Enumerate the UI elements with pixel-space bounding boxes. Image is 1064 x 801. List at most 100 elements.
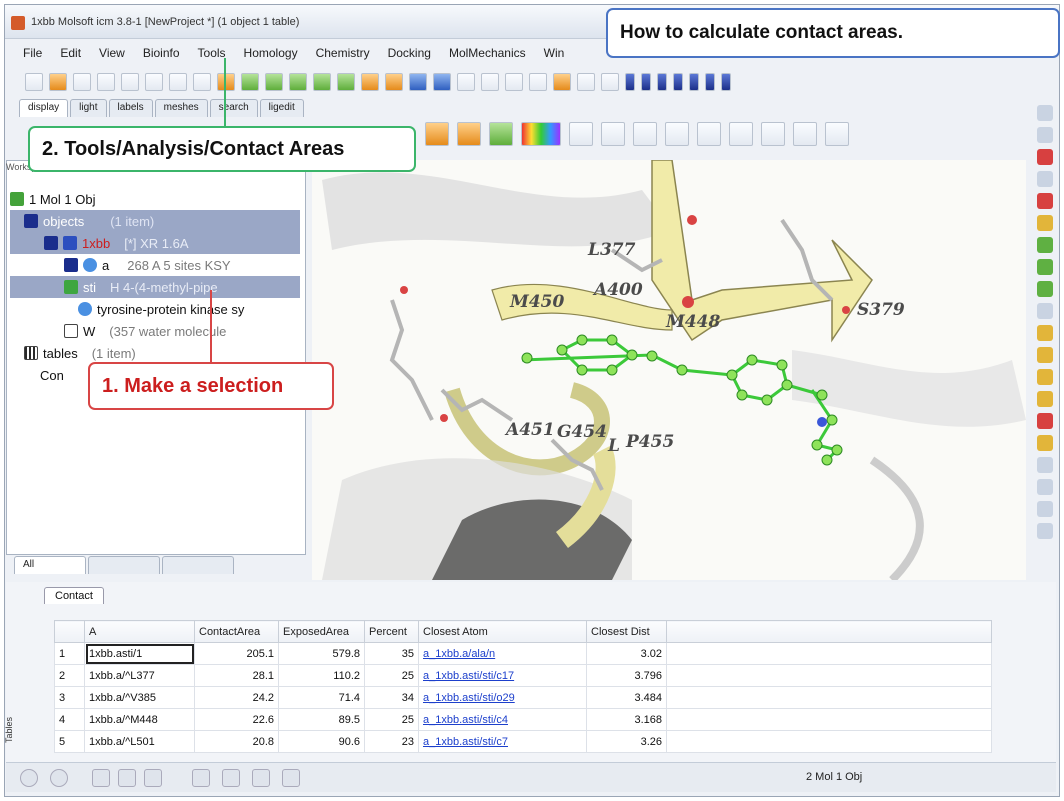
reset-view-icon[interactable] xyxy=(825,122,849,146)
bar-7-icon[interactable] xyxy=(721,73,731,91)
cell-closest-atom-link[interactable]: a_1xbb.asti/sti/c17 xyxy=(418,664,587,687)
molecule-viewer[interactable]: L377 M450 A400 M448 S379 A451 G454 P455 … xyxy=(312,160,1026,580)
cell-closest-dist[interactable]: 3.02 xyxy=(586,642,667,665)
col-closest-atom[interactable]: Closest Atom xyxy=(418,620,587,643)
menu-file[interactable]: File xyxy=(23,46,42,60)
menu-edit[interactable]: Edit xyxy=(60,46,81,60)
tree-water[interactable]: W (357 water molecule xyxy=(10,320,300,342)
record-icon[interactable] xyxy=(50,769,68,787)
table-icon[interactable] xyxy=(481,73,499,91)
heart-icon[interactable] xyxy=(1037,413,1053,429)
col-percent[interactable]: Percent xyxy=(364,620,419,643)
cell-exposed-area[interactable]: 71.4 xyxy=(278,686,365,709)
bar-1-icon[interactable] xyxy=(625,73,635,91)
lock-icon[interactable] xyxy=(1037,435,1053,451)
table-row[interactable]: 4 1xbb.a/^M448 22.6 89.5 25 a_1xbb.asti/… xyxy=(54,708,992,731)
tree-chain-sti[interactable]: sti H 4-(4-methyl-pipe xyxy=(10,276,300,298)
bar-yellow-3-icon[interactable] xyxy=(1037,369,1053,385)
cell-closest-atom-link[interactable]: a_1xbb.asti/sti/c7 xyxy=(418,730,587,753)
dots-icon[interactable] xyxy=(577,73,595,91)
open-folder-icon[interactable] xyxy=(49,73,67,91)
star-icon[interactable] xyxy=(1037,501,1053,517)
tables-side-label[interactable]: Tables xyxy=(4,700,20,760)
cell-a[interactable]: 1xbb.a/^M448 xyxy=(84,708,195,731)
gear-icon[interactable] xyxy=(1037,105,1053,121)
menu-tools[interactable]: Tools xyxy=(198,46,226,60)
sort-icon[interactable] xyxy=(1037,479,1053,495)
bar-yellow-4-icon[interactable] xyxy=(1037,391,1053,407)
cell-contact-area[interactable]: 24.2 xyxy=(194,686,279,709)
select-group-icon[interactable] xyxy=(361,73,379,91)
cell-closest-dist[interactable]: 3.168 xyxy=(586,708,667,731)
ribbon-color-icon[interactable] xyxy=(457,122,481,146)
tab-light[interactable]: light xyxy=(70,99,107,117)
tools-icon[interactable] xyxy=(601,73,619,91)
menu-chemistry[interactable]: Chemistry xyxy=(316,46,370,60)
table-row[interactable]: 3 1xbb.a/^V385 24.2 71.4 34 a_1xbb.asti/… xyxy=(54,686,992,709)
select-neighbors-icon[interactable] xyxy=(313,73,331,91)
bar-6-icon[interactable] xyxy=(705,73,715,91)
tab-contact[interactable]: Contact xyxy=(44,587,104,604)
menu-docking[interactable]: Docking xyxy=(388,46,431,60)
window-icon[interactable] xyxy=(505,73,523,91)
color-wheel-icon[interactable] xyxy=(569,122,593,146)
tree-tables[interactable]: tables (1 item) xyxy=(10,342,300,364)
tab-ligedit[interactable]: ligedit xyxy=(259,99,304,117)
cell-percent[interactable]: 34 xyxy=(364,686,419,709)
panel-toggle-icon[interactable] xyxy=(118,769,136,787)
measure-icon[interactable] xyxy=(633,122,657,146)
tree-kinase[interactable]: tyrosine-protein kinase sy xyxy=(10,298,300,320)
cell-exposed-area[interactable]: 110.2 xyxy=(278,664,365,687)
bar-5-icon[interactable] xyxy=(689,73,699,91)
select-chain-icon[interactable] xyxy=(337,73,355,91)
cell-exposed-area[interactable]: 89.5 xyxy=(278,708,365,731)
stop-icon[interactable] xyxy=(20,769,38,787)
cell-closest-atom-link[interactable]: a_1xbb.asti/sti/o29 xyxy=(418,686,587,709)
select-r-icon[interactable] xyxy=(289,73,307,91)
col-contact-area[interactable]: ContactArea xyxy=(194,620,279,643)
menu-homology[interactable]: Homology xyxy=(244,46,298,60)
table-toggle-icon[interactable] xyxy=(144,769,162,787)
translate-icon[interactable] xyxy=(1037,193,1053,209)
center-icon[interactable] xyxy=(1037,215,1053,231)
tab-search[interactable]: search xyxy=(209,99,258,117)
new-file-icon[interactable] xyxy=(25,73,43,91)
tree-chain-a[interactable]: a 268 A 5 sites KSY xyxy=(10,254,300,276)
table-row[interactable]: 2 1xbb.a/^L377 28.1 110.2 25 a_1xbb.asti… xyxy=(54,664,992,687)
color-palette-icon[interactable] xyxy=(521,122,561,146)
cell-exposed-area[interactable]: 90.6 xyxy=(278,730,365,753)
col-exposed-area[interactable]: ExposedArea xyxy=(278,620,365,643)
bar-yellow-1-icon[interactable] xyxy=(1037,325,1053,341)
table-row[interactable]: 1 1xbb.asti/1 205.1 579.8 35 a_1xbb.a/al… xyxy=(54,642,992,665)
cell-closest-atom-link[interactable]: a_1xbb.asti/sti/c4 xyxy=(418,708,587,731)
torsion-icon[interactable] xyxy=(697,122,721,146)
tab-display[interactable]: display xyxy=(19,99,69,117)
gear-status-icon[interactable] xyxy=(192,769,210,787)
cell-a[interactable]: 1xbb.a/^V385 xyxy=(84,686,195,709)
tree-root[interactable]: 1 Mol 1 Obj xyxy=(10,188,300,210)
cell-percent[interactable]: 35 xyxy=(364,642,419,665)
molecule-icon[interactable] xyxy=(217,73,235,91)
cell-a[interactable]: 1xbb.asti/1 xyxy=(84,642,195,665)
green-ring-icon[interactable] xyxy=(1037,259,1053,275)
green-box-icon[interactable] xyxy=(1037,237,1053,253)
tab-meshes[interactable]: meshes xyxy=(154,99,208,117)
cell-closest-dist[interactable]: 3.484 xyxy=(586,686,667,709)
cell-closest-dist[interactable]: 3.26 xyxy=(586,730,667,753)
tab-tools[interactable] xyxy=(88,556,160,574)
angle-icon[interactable] xyxy=(665,122,689,146)
col-index[interactable] xyxy=(54,620,85,643)
camera-icon[interactable] xyxy=(222,769,240,787)
zoom-icon[interactable] xyxy=(1037,171,1053,187)
atom-color-icon[interactable] xyxy=(425,122,449,146)
table-row[interactable]: 5 1xbb.a/^L501 20.8 90.6 23 a_1xbb.asti/… xyxy=(54,730,992,753)
tab-all[interactable]: All xyxy=(14,556,86,574)
settings-icon[interactable] xyxy=(97,73,115,91)
binoculars-status-icon[interactable] xyxy=(252,769,270,787)
save-image-icon[interactable] xyxy=(793,122,817,146)
cell-percent[interactable]: 23 xyxy=(364,730,419,753)
select-residue-icon[interactable] xyxy=(241,73,259,91)
workspace-toggle-icon[interactable] xyxy=(92,769,110,787)
cell-a[interactable]: 1xbb.a/^L501 xyxy=(84,730,195,753)
select-atom-icon[interactable] xyxy=(265,73,283,91)
